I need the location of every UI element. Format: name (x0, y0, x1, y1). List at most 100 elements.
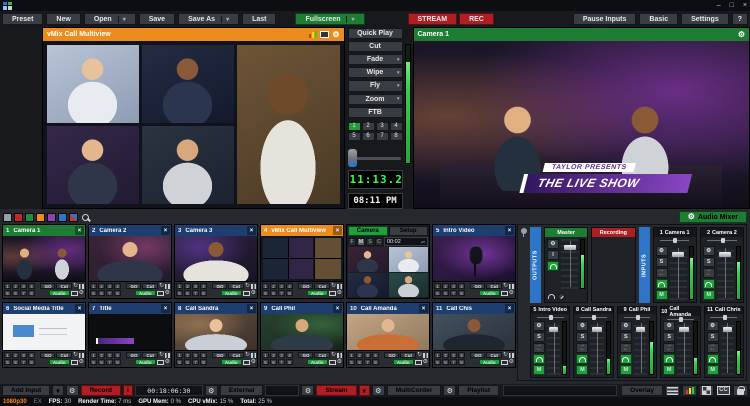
overlay-1-button[interactable]: 1 (434, 283, 441, 289)
program-header[interactable]: Camera 1 ⚙ (414, 28, 750, 41)
solo-button[interactable]: S (707, 332, 719, 342)
overlay-7-button[interactable]: 7 (20, 359, 27, 365)
pan-knob[interactable] (723, 315, 727, 320)
bus-routing-icon[interactable]: →← (707, 343, 719, 353)
go-button[interactable]: GO (212, 283, 227, 289)
fader-knob[interactable] (719, 252, 731, 257)
mic-mute-icon[interactable] (558, 293, 565, 300)
fullscreen-preview-icon[interactable] (320, 31, 329, 38)
call-flag-f[interactable]: F (348, 238, 356, 246)
overlay-3-button[interactable]: 3 (106, 283, 113, 289)
input-header[interactable]: 5 Intro Video × (433, 225, 515, 236)
overlay-7-button[interactable]: 7 (192, 359, 199, 365)
record-settings-gear-icon[interactable]: ⚙ (66, 385, 79, 396)
pause-icon[interactable] (165, 353, 170, 358)
bus-routing-icon[interactable]: →← (663, 343, 675, 353)
channel-settings-gear-icon[interactable]: ⚙ (533, 321, 545, 331)
overlay-2-button[interactable]: 2 (442, 283, 449, 289)
overlay-4-button[interactable]: 4 (458, 352, 465, 358)
basic-mode-button[interactable]: Basic (639, 13, 678, 25)
pan-slider[interactable] (654, 237, 696, 244)
input-header[interactable]: 2 Camera 2 × (89, 225, 171, 236)
overlay-7-button[interactable]: 7 (450, 290, 457, 296)
cut-button[interactable]: Cut (142, 283, 158, 289)
overlay-1-button[interactable]: 1 (348, 352, 355, 358)
stream-settings-gear-icon[interactable]: ⚙ (301, 385, 314, 396)
close-input-button[interactable]: × (333, 226, 342, 235)
input-header[interactable]: 10 Call Amanda × (347, 303, 429, 314)
input-thumbnail[interactable] (261, 314, 343, 350)
overlay-5-button[interactable]: 5 (90, 359, 97, 365)
call-flag-s[interactable]: S (366, 238, 374, 246)
speaker-icon[interactable] (533, 354, 545, 364)
overlay-8-button[interactable]: 8 (458, 359, 465, 365)
overlay-8-button[interactable]: 8 (114, 290, 121, 296)
window-maximize-button[interactable]: □ (730, 2, 734, 9)
mute-button[interactable]: M (533, 365, 545, 375)
overlay-4-button[interactable]: 4 (458, 283, 465, 289)
preset-3-button[interactable]: 3 (376, 122, 389, 131)
overlay-1-button[interactable]: 1 (262, 283, 269, 289)
overlay-7-button[interactable]: 7 (106, 290, 113, 296)
input-thumbnail[interactable] (261, 236, 343, 281)
close-input-button[interactable]: × (247, 226, 256, 235)
toolbar-button[interactable]: Preset (2, 13, 43, 25)
channel-settings-gear-icon[interactable]: ⚙ (576, 321, 588, 331)
go-button[interactable]: GO (298, 352, 313, 358)
audio-toggle-button[interactable]: Audio (135, 359, 156, 365)
record-info-button[interactable]: i (123, 385, 133, 396)
mute-button[interactable]: M (703, 290, 715, 300)
cut-transition-button[interactable]: Cut (348, 41, 403, 52)
mute-button[interactable]: M (707, 365, 719, 375)
cut-button[interactable]: Cut (314, 283, 330, 289)
overlay-3-button[interactable]: 3 (364, 352, 371, 358)
overlay-3-button[interactable]: 3 (450, 352, 457, 358)
overlay-8-button[interactable]: 8 (200, 359, 207, 365)
audio-toggle-button[interactable]: Audio (307, 359, 328, 365)
audio-toggle-button[interactable]: Audio (307, 290, 328, 296)
overlay-2-button[interactable]: 2 (184, 352, 191, 358)
input-header[interactable]: 4 vMix Call Multiview × (261, 225, 343, 236)
overlay-2-button[interactable]: 2 (356, 352, 363, 358)
pause-icon[interactable] (79, 353, 84, 358)
input-thumbnail[interactable] (175, 314, 257, 350)
overlay-7-button[interactable]: 7 (192, 290, 199, 296)
overlay-2-button[interactable]: 2 (270, 283, 277, 289)
cut-button[interactable]: Cut (228, 283, 244, 289)
caller-thumb[interactable] (348, 273, 388, 298)
go-button[interactable]: GO (470, 352, 485, 358)
overlay-6-button[interactable]: 6 (442, 359, 449, 365)
pause-icon[interactable] (251, 353, 256, 358)
fullscreen-preview-icon[interactable] (329, 360, 336, 365)
pause-icon[interactable] (79, 284, 84, 289)
solo-button[interactable]: S (576, 332, 588, 342)
overlay-2-button[interactable]: 2 (442, 352, 449, 358)
toolbar-button[interactable]: Last (242, 13, 276, 25)
transition-button[interactable]: Fly ▾ (348, 80, 403, 91)
input-thumbnail[interactable] (3, 314, 85, 350)
chevron-down-icon[interactable]: ▾ (397, 57, 400, 63)
pan-slider[interactable] (661, 316, 699, 319)
input-header[interactable]: 1 Camera 1 × (3, 225, 85, 236)
overlay-3-button[interactable]: 3 (450, 283, 457, 289)
toolbar-button[interactable]: New (46, 13, 80, 25)
add-input-dropdown[interactable]: ▾ (52, 385, 63, 396)
overlay-1-button[interactable]: 1 (176, 352, 183, 358)
overlay-6-button[interactable]: 6 (98, 359, 105, 365)
audio-toggle-button[interactable]: Audio (221, 290, 242, 296)
go-button[interactable]: GO (298, 283, 313, 289)
call-duration-field[interactable]: 00:02 ▴▾ (384, 237, 428, 246)
chevron-down-icon[interactable]: ▾ (397, 96, 400, 102)
overlay-3-button[interactable]: 3 (20, 352, 27, 358)
bus-routing-icon[interactable]: →← (656, 268, 668, 278)
fader-knob[interactable] (679, 327, 688, 332)
toolbar-button[interactable]: Save As ▾ (178, 13, 239, 25)
chevron-down-icon[interactable]: ▾ (118, 16, 126, 23)
pan-knob[interactable] (549, 315, 553, 320)
close-input-button[interactable]: × (505, 304, 514, 313)
master-i-button[interactable]: I (547, 250, 559, 260)
volume-fader[interactable] (717, 246, 734, 300)
time-of-day-clock[interactable]: 08:11 PM (348, 193, 403, 209)
mute-button[interactable]: M (576, 365, 588, 375)
overlay-2-button[interactable]: 2 (98, 283, 105, 289)
